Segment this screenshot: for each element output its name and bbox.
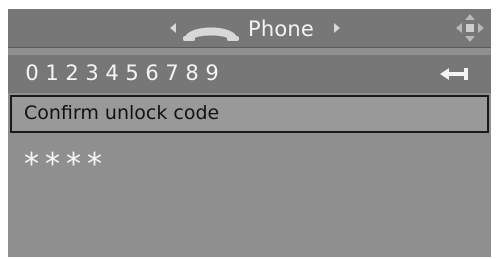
navigation-cross-icon xyxy=(456,14,484,42)
confirm-code-field[interactable]: Confirm unlock code xyxy=(10,95,489,133)
confirm-code-label: Confirm unlock code xyxy=(24,102,220,124)
chevron-left-icon[interactable] xyxy=(170,23,176,33)
digit-key-9[interactable]: 9 xyxy=(203,61,221,85)
idrive-screen: Phone 0 1 2 3 4 5 6 7 8 9 Confirm unlock… xyxy=(8,9,491,257)
digit-key-6[interactable]: 6 xyxy=(143,61,161,85)
digit-key-2[interactable]: 2 xyxy=(63,61,81,85)
digit-keypad: 0 1 2 3 4 5 6 7 8 9 xyxy=(8,55,491,93)
chevron-right-icon[interactable] xyxy=(334,23,340,33)
page-title: Phone xyxy=(248,17,315,41)
digit-key-3[interactable]: 3 xyxy=(83,61,101,85)
digit-key-4[interactable]: 4 xyxy=(103,61,121,85)
backspace-icon[interactable] xyxy=(440,67,470,81)
phone-handset-icon xyxy=(183,27,239,41)
digit-key-5[interactable]: 5 xyxy=(123,61,141,85)
digit-key-7[interactable]: 7 xyxy=(163,61,181,85)
digit-key-8[interactable]: 8 xyxy=(183,61,201,85)
header-bar: Phone xyxy=(8,9,491,48)
masked-code-entry: **** xyxy=(24,147,108,182)
digit-key-0[interactable]: 0 xyxy=(23,61,41,85)
digit-key-1[interactable]: 1 xyxy=(43,61,61,85)
